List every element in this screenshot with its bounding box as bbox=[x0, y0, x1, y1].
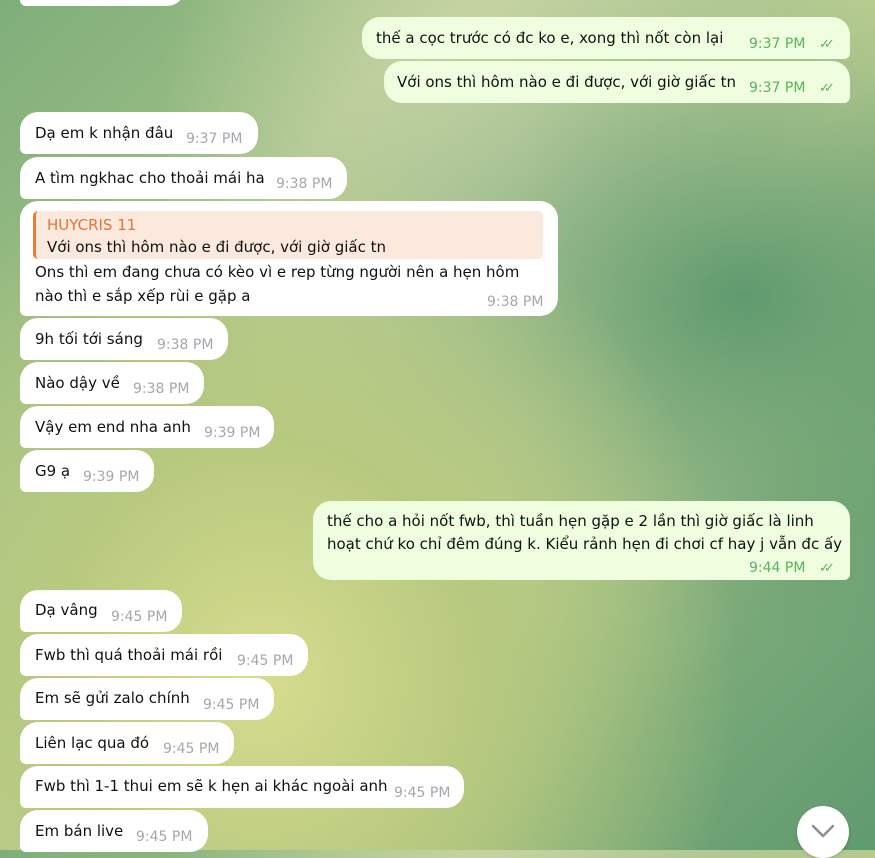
message-time: 9:38 PM bbox=[487, 294, 544, 310]
reply-author: HUYCRIS 11 bbox=[47, 216, 137, 234]
message-time: 9:38 PM bbox=[133, 381, 190, 397]
read-check-icon: ✓✓ bbox=[819, 81, 835, 96]
message-time: 9:45 PM bbox=[111, 609, 168, 625]
message-time: 9:37 PM bbox=[186, 131, 243, 147]
message-text: Em sẽ gửi zalo chính bbox=[35, 689, 190, 707]
message-text: A tìm ngkhac cho thoải mái ha bbox=[35, 169, 265, 187]
message-text: Em bán live bbox=[35, 822, 124, 840]
message-bubble-incoming[interactable]: Liên lạc qua đó 9:45 PM bbox=[20, 722, 234, 764]
message-bubble-incoming[interactable]: 9h tối tới sáng 9:38 PM bbox=[20, 318, 228, 360]
message-time: 9:44 PM bbox=[749, 560, 806, 576]
chat-area[interactable]: thế a cọc trước có đc ko e, xong thì nốt… bbox=[0, 0, 875, 858]
message-bubble[interactable] bbox=[20, 0, 185, 6]
reply-quote[interactable]: HUYCRIS 11 Với ons thì hôm nào e đi được… bbox=[33, 211, 543, 259]
message-time: 9:45 PM bbox=[237, 653, 294, 669]
message-time: 9:45 PM bbox=[163, 741, 220, 757]
message-bubble-incoming[interactable]: A tìm ngkhac cho thoải mái ha 9:38 PM bbox=[20, 157, 347, 199]
message-time: 9:38 PM bbox=[276, 176, 333, 192]
message-text-line1: thế cho a hỏi nốt fwb, thì tuần hẹn gặp … bbox=[327, 512, 814, 530]
message-text: thế a cọc trước có đc ko e, xong thì nốt… bbox=[376, 29, 724, 47]
message-text: Dạ em k nhận đâu bbox=[35, 124, 174, 142]
message-time: 9:45 PM bbox=[203, 697, 260, 713]
message-bubble-incoming[interactable]: Dạ em k nhận đâu 9:37 PM bbox=[20, 112, 258, 154]
message-bubble-incoming[interactable]: Em bán live 9:45 PM bbox=[20, 810, 208, 852]
message-time: 9:39 PM bbox=[204, 425, 261, 441]
message-bubble-incoming[interactable]: Fwb thì quá thoải mái rồi 9:45 PM bbox=[20, 634, 308, 676]
reply-text: Với ons thì hôm nào e đi được, với giờ g… bbox=[47, 238, 387, 256]
message-text: Với ons thì hôm nào e đi được, với giờ g… bbox=[397, 73, 737, 91]
message-time: 9:45 PM bbox=[136, 829, 193, 845]
message-bubble-incoming[interactable]: Nào dậy về 9:38 PM bbox=[20, 362, 204, 404]
message-text-line2: hoạt chứ ko chỉ đêm đúng k. Kiểu rảnh hẹ… bbox=[327, 535, 843, 553]
message-text: Fwb thì quá thoải mái rồi bbox=[35, 646, 223, 664]
chevron-down-icon bbox=[811, 824, 835, 838]
message-bubble-incoming-reply[interactable]: HUYCRIS 11 Với ons thì hôm nào e đi được… bbox=[20, 201, 558, 316]
message-time: 9:38 PM bbox=[157, 337, 214, 353]
message-bubble-outgoing[interactable]: thế a cọc trước có đc ko e, xong thì nốt… bbox=[362, 17, 850, 59]
message-text-line2: nào thì e sắp xếp rùi e gặp a bbox=[35, 287, 251, 305]
message-time: 9:37 PM bbox=[749, 36, 806, 52]
message-text: Fwb thì 1-1 thui em sẽ k hẹn ai khác ngo… bbox=[35, 777, 388, 795]
read-check-icon: ✓✓ bbox=[819, 561, 835, 576]
message-text: Liên lạc qua đó bbox=[35, 734, 150, 752]
message-bubble-incoming[interactable]: Fwb thì 1-1 thui em sẽ k hẹn ai khác ngo… bbox=[20, 766, 464, 808]
message-text: Nào dậy về bbox=[35, 374, 120, 392]
message-text: Dạ vâng bbox=[35, 601, 98, 619]
scroll-to-bottom-button[interactable] bbox=[797, 806, 849, 858]
message-text: G9 ạ bbox=[35, 462, 71, 480]
message-time: 9:45 PM bbox=[394, 785, 451, 801]
message-text: Vậy em end nha anh bbox=[35, 418, 191, 436]
message-bubble-incoming[interactable]: Vậy em end nha anh 9:39 PM bbox=[20, 406, 274, 448]
read-check-icon: ✓✓ bbox=[819, 37, 835, 52]
message-time: 9:39 PM bbox=[83, 469, 140, 485]
message-text-line1: Ons thì em đang chưa có kèo vì e rep từn… bbox=[35, 263, 520, 281]
message-bubble-incoming[interactable]: Em sẽ gửi zalo chính 9:45 PM bbox=[20, 678, 274, 720]
message-bubble-outgoing[interactable]: thế cho a hỏi nốt fwb, thì tuần hẹn gặp … bbox=[313, 501, 850, 580]
message-time: 9:37 PM bbox=[749, 80, 806, 96]
message-bubble-incoming[interactable]: G9 ạ 9:39 PM bbox=[20, 450, 154, 492]
message-bubble-incoming[interactable]: Dạ vâng 9:45 PM bbox=[20, 590, 182, 632]
message-text: 9h tối tới sáng bbox=[35, 330, 143, 348]
message-bubble-outgoing[interactable]: Với ons thì hôm nào e đi được, với giờ g… bbox=[384, 61, 850, 103]
